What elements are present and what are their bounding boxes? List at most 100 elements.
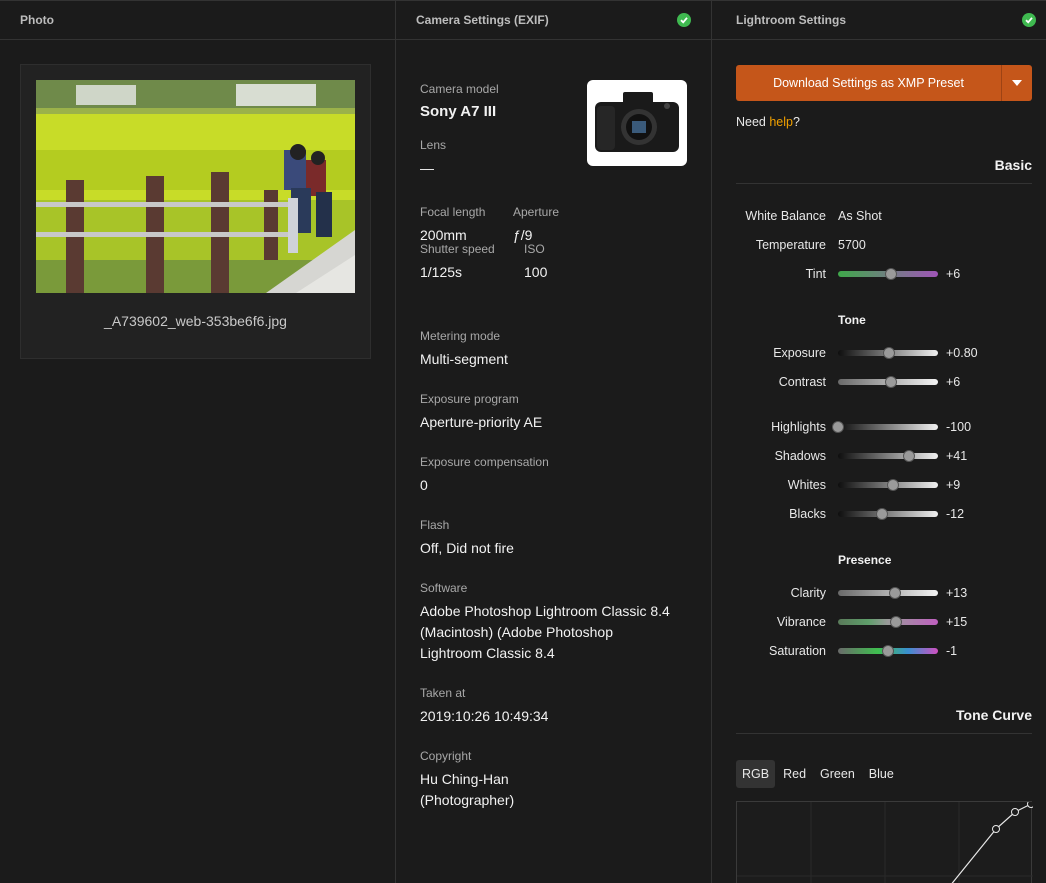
- exif-aperture-label: Aperture: [513, 205, 560, 219]
- highlights-label: Highlights: [771, 420, 826, 434]
- exif-taken-at-label: Taken at: [420, 686, 466, 700]
- slider-thumb[interactable]: [885, 268, 897, 280]
- tab-red[interactable]: Red: [777, 760, 812, 788]
- exif-metering-mode-label: Metering mode: [420, 329, 501, 343]
- contrast-value: +6: [946, 375, 961, 389]
- exif-shutter-speed: Shutter speed 1/125s: [420, 242, 495, 283]
- exif-software-label: Software: [420, 581, 468, 595]
- exif-aperture: Aperture ƒ/9: [513, 205, 559, 246]
- tab-green[interactable]: Green: [814, 760, 861, 788]
- contrast-label: Contrast: [778, 375, 826, 389]
- exif-flash-value: Off, Did not fire: [420, 540, 514, 556]
- exif-iso-label: ISO: [524, 242, 545, 256]
- blacks-label: Blacks: [789, 507, 826, 521]
- blacks-slider[interactable]: [838, 508, 938, 520]
- exif-metering-mode-value: Multi-segment: [420, 351, 508, 367]
- clarity-row: Clarity +13: [712, 584, 1046, 602]
- photo-card: _A739602_web-353be6f6.jpg: [20, 64, 371, 359]
- contrast-slider[interactable]: [838, 376, 938, 388]
- exif-software-value: Adobe Photoshop Lightroom Classic 8.4 (M…: [420, 601, 670, 664]
- shadows-value: +41: [946, 449, 968, 463]
- lightroom-panel: Lightroom Settings Download Settings as …: [712, 0, 1046, 883]
- curve-point[interactable]: [992, 825, 1000, 833]
- slider-thumb[interactable]: [889, 616, 902, 628]
- exif-lens: Lens —: [420, 138, 446, 179]
- curve-point[interactable]: [1027, 800, 1035, 808]
- photo-panel-title: Photo: [20, 13, 54, 27]
- photo-preview[interactable]: [36, 80, 355, 293]
- exif-copyright-value: Hu Ching-Han (Photographer): [420, 769, 514, 811]
- shadows-label: Shadows: [774, 449, 826, 463]
- exposure-slider[interactable]: [838, 347, 938, 359]
- highlights-slider[interactable]: [832, 421, 938, 433]
- photo-filename: _A739602_web-353be6f6.jpg: [104, 313, 287, 329]
- download-xmp-button-group: Download Settings as XMP Preset: [736, 65, 1032, 101]
- section-title-basic: Basic: [994, 157, 1032, 173]
- highlights-value: -100: [946, 420, 972, 434]
- shadows-slider[interactable]: [838, 450, 938, 462]
- saturation-slider[interactable]: [838, 645, 938, 657]
- photo-preview-image: [36, 80, 355, 293]
- exif-flash: Flash Off, Did not fire: [420, 518, 514, 559]
- saturation-value: -1: [946, 644, 958, 658]
- contrast-row: Contrast +6: [712, 373, 1046, 391]
- exif-shutter-speed-value: 1/125s: [420, 264, 463, 280]
- white-balance-value: As Shot: [838, 209, 882, 223]
- check-icon: [1022, 13, 1036, 27]
- exif-panel: Camera Settings (EXIF) Camera model Sony…: [396, 0, 712, 883]
- exif-software-line: Adobe Photoshop Lightroom Classic 8.4: [420, 603, 670, 619]
- blacks-value: -12: [946, 507, 965, 521]
- exif-copyright-label: Copyright: [420, 749, 472, 763]
- divider: [736, 733, 1032, 734]
- exif-iso: ISO 100: [524, 242, 547, 283]
- exposure-value: +0.80: [946, 346, 978, 360]
- tone-curve-graph[interactable]: [736, 800, 1035, 883]
- tint-slider[interactable]: [838, 268, 938, 280]
- tone-curve-tabs: RGB Red Green Blue: [736, 760, 900, 788]
- white-balance-label: White Balance: [745, 209, 826, 223]
- slider-thumb[interactable]: [883, 347, 895, 359]
- exif-exposure-compensation-label: Exposure compensation: [420, 455, 549, 469]
- slider-thumb[interactable]: [902, 450, 915, 462]
- tint-row: Tint +6: [712, 265, 1046, 283]
- slider-thumb[interactable]: [832, 421, 844, 433]
- exposure-label: Exposure: [773, 346, 826, 360]
- subsection-presence: Presence: [838, 553, 892, 567]
- shadows-row: Shadows +41: [712, 447, 1046, 465]
- exif-metering-mode: Metering mode Multi-segment: [420, 329, 508, 370]
- exif-flash-label: Flash: [420, 518, 450, 532]
- temperature-row: Temperature 5700: [712, 236, 1046, 254]
- divider: [736, 183, 1032, 184]
- tab-blue[interactable]: Blue: [863, 760, 900, 788]
- white-balance-row: White Balance As Shot: [712, 207, 1046, 225]
- slider-thumb[interactable]: [886, 479, 899, 491]
- need-help-text: Need help?: [736, 115, 800, 129]
- exif-focal-length-label: Focal length: [420, 205, 486, 219]
- exif-software: Software Adobe Photoshop Lightroom Class…: [420, 581, 670, 664]
- exif-software-line: Lightroom Classic 8.4: [420, 645, 555, 661]
- exposure-row: Exposure +0.80: [712, 344, 1046, 362]
- blacks-row: Blacks -12: [712, 505, 1046, 523]
- whites-slider[interactable]: [838, 479, 938, 491]
- slider-thumb[interactable]: [881, 645, 894, 657]
- clarity-slider[interactable]: [838, 587, 938, 599]
- temperature-label: Temperature: [755, 238, 826, 252]
- help-link[interactable]: help: [769, 115, 793, 129]
- lightroom-panel-title: Lightroom Settings: [736, 13, 846, 27]
- tab-rgb[interactable]: RGB: [736, 760, 776, 788]
- vibrance-slider[interactable]: [838, 616, 938, 628]
- curve-point[interactable]: [1011, 808, 1019, 816]
- lightroom-panel-header: Lightroom Settings: [712, 0, 1046, 40]
- photo-panel-header: Photo: [0, 0, 395, 40]
- highlights-row: Highlights -100: [712, 418, 1046, 436]
- download-options-button[interactable]: [1002, 65, 1032, 101]
- slider-thumb[interactable]: [876, 508, 888, 520]
- exif-copyright-line: (Photographer): [420, 792, 515, 808]
- slider-thumb[interactable]: [888, 587, 901, 599]
- exif-taken-at-value: 2019:10:26 10:49:34: [420, 708, 549, 724]
- download-xmp-button[interactable]: Download Settings as XMP Preset: [736, 65, 1002, 101]
- exif-lens-label: Lens: [420, 138, 447, 152]
- help-prefix: Need: [736, 115, 770, 129]
- slider-thumb[interactable]: [885, 376, 897, 388]
- exif-taken-at: Taken at 2019:10:26 10:49:34: [420, 686, 548, 727]
